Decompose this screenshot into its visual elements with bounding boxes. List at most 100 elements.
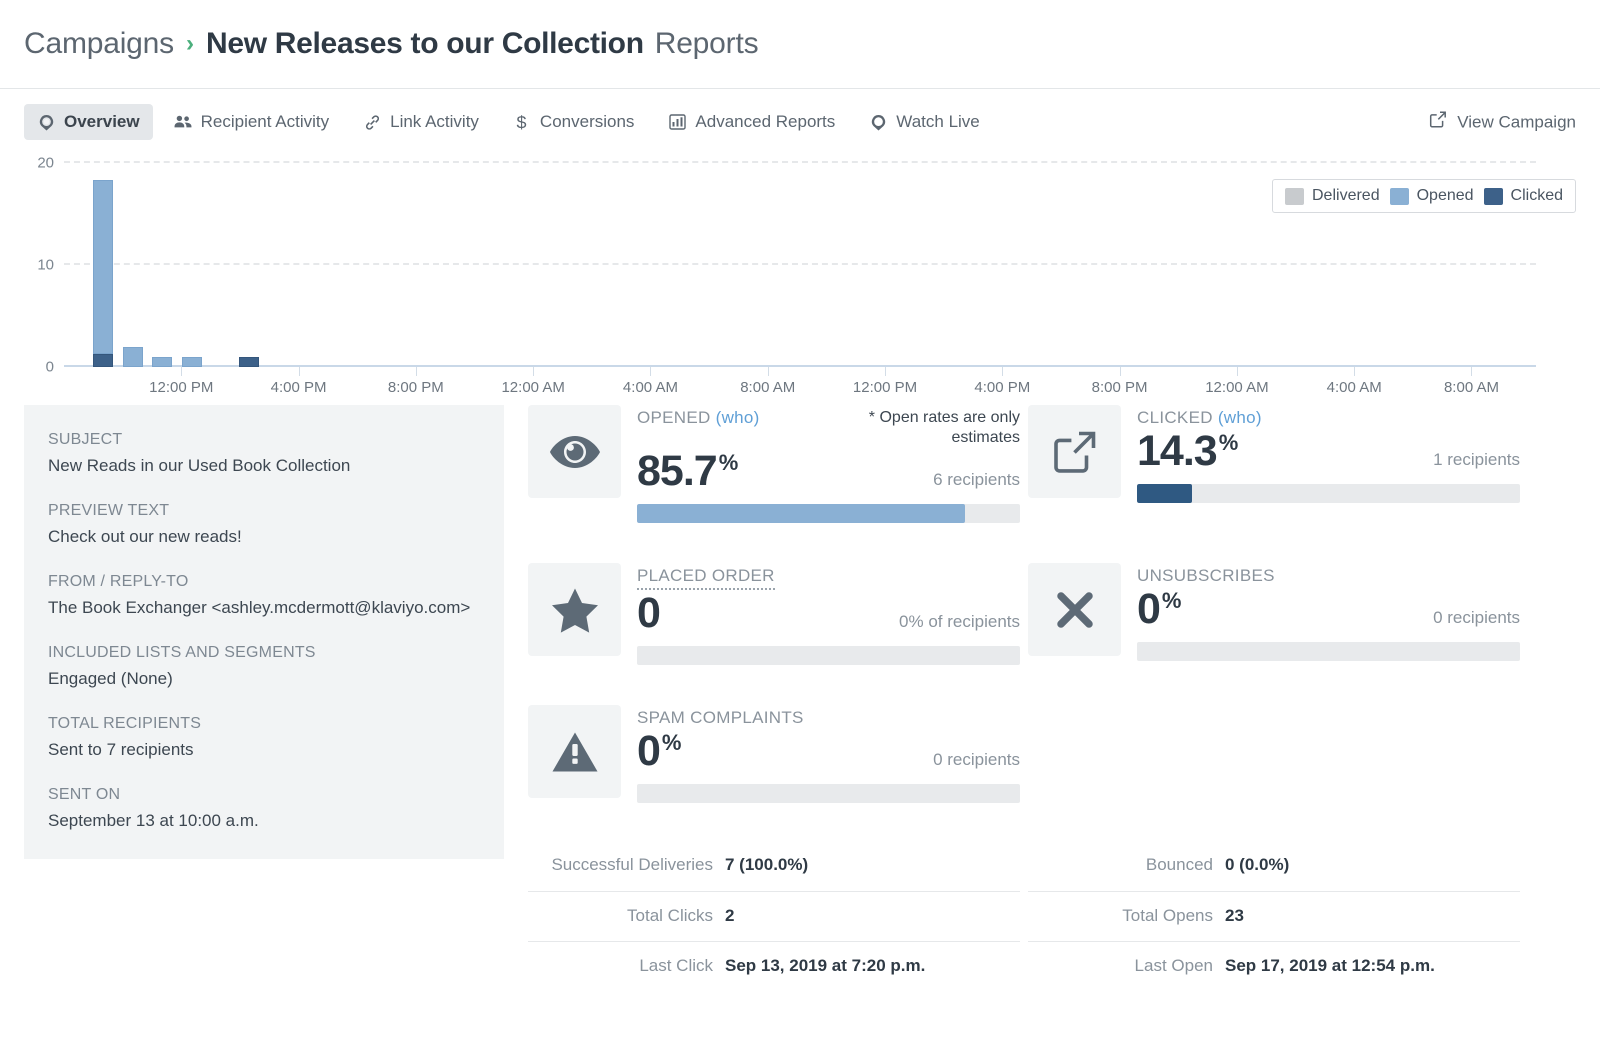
metric-progress-fill (1137, 484, 1192, 503)
external-link-icon (1429, 111, 1447, 134)
metric-body-unsubscribes: UNSUBSCRIBES 0% 0 recipients (1137, 563, 1520, 665)
chart-x-tick-label: 8:00 AM (740, 379, 795, 396)
metric-title-text: OPENED (637, 408, 711, 427)
chart-bar[interactable] (239, 357, 259, 367)
legend-item-opened[interactable]: Opened (1390, 187, 1474, 205)
metric-title-text: UNSUBSCRIBES (1137, 566, 1275, 585)
tab-recipient-activity[interactable]: Recipient Activity (161, 104, 343, 140)
chart-x-tick (768, 367, 769, 376)
metric-num-row: 0% 0 recipients (637, 730, 1020, 773)
tab-conversions-label: Conversions (540, 112, 635, 132)
stat-value: 7 (100.0%) (725, 855, 808, 875)
chart-legend: Delivered Opened Clicked (1272, 179, 1576, 213)
tab-conversions[interactable]: $ Conversions (500, 104, 648, 140)
stat-value: 23 (1225, 906, 1244, 926)
stat-row: Last Open Sep 17, 2019 at 12:54 p.m. (1028, 942, 1520, 992)
metric-title-clicked: CLICKED (who) (1137, 408, 1262, 428)
chart-bar-segment-opened (93, 180, 113, 353)
breadcrumb-chevron-icon: › (186, 30, 194, 58)
metric-card-clicked: CLICKED (who) 14.3% 1 recipients (1028, 405, 1520, 523)
chart-bar-segment-opened (123, 347, 143, 367)
info-value: Sent to 7 recipients (48, 740, 480, 760)
summary-stats: Successful Deliveries 7 (100.0%) Total C… (528, 841, 1576, 992)
metric-unit-spam-complaints: % (662, 730, 682, 755)
report-content: SUBJECT New Reads in our Used Book Colle… (0, 405, 1600, 992)
metric-sub-unsubscribes: 0 recipients (1433, 608, 1520, 631)
x-icon (1028, 563, 1121, 656)
chart-x-tick (299, 367, 300, 376)
chart-x-tick (885, 367, 886, 376)
bar-chart-icon (668, 113, 686, 131)
view-campaign-button[interactable]: View Campaign (1429, 111, 1576, 134)
metric-sub-spam-complaints: 0 recipients (933, 750, 1020, 773)
chart-gridline (64, 161, 1536, 163)
metric-value-group-clicked: 14.3% (1137, 430, 1238, 473)
tab-recipient-activity-label: Recipient Activity (201, 112, 330, 132)
metric-title-text: PLACED ORDER (637, 566, 775, 585)
metric-progress-unsubscribes (1137, 642, 1520, 661)
dollar-icon: $ (513, 113, 531, 131)
chart-x-tick (650, 367, 651, 376)
chart-bar-segment-clicked (93, 354, 113, 367)
chart-x-tick (416, 367, 417, 376)
metric-title-text: CLICKED (1137, 408, 1213, 427)
chart-bar[interactable] (123, 347, 143, 367)
chart-x-tick (1237, 367, 1238, 376)
legend-swatch-delivered (1285, 188, 1304, 205)
metric-title-placed-order[interactable]: PLACED ORDER (637, 566, 775, 590)
metric-title-opened: OPENED (who) (637, 408, 760, 428)
star-icon (528, 563, 621, 656)
metric-title-text: SPAM COMPLAINTS (637, 708, 804, 727)
metric-card-unsubscribes: UNSUBSCRIBES 0% 0 recipients (1028, 563, 1520, 665)
info-label: SENT ON (48, 786, 480, 804)
metric-num-row: 0% 0 recipients (1137, 588, 1520, 631)
external-link-icon (1028, 405, 1121, 498)
metric-head: CLICKED (who) (1137, 408, 1520, 428)
info-label: PREVIEW TEXT (48, 502, 480, 520)
chart-bar-segment-opened (152, 357, 172, 367)
chart-bar[interactable] (182, 357, 202, 367)
stat-label: Last Click (528, 954, 713, 979)
eye-icon (528, 405, 621, 498)
chart-bar[interactable] (93, 180, 113, 367)
chart-x-tick-label: 4:00 PM (271, 379, 327, 396)
metric-head: SPAM COMPLAINTS (637, 708, 1020, 728)
metric-progress-spam-complaints (637, 784, 1020, 803)
chart-x-tick (1471, 367, 1472, 376)
info-block-total-recipients: TOTAL RECIPIENTS Sent to 7 recipients (48, 715, 480, 760)
legend-item-delivered[interactable]: Delivered (1285, 187, 1380, 205)
stat-row: Bounced 0 (0.0%) (1028, 841, 1520, 892)
chart-x-tick (1354, 367, 1355, 376)
chart-x-tick-label: 12:00 AM (1205, 379, 1268, 396)
stat-label: Successful Deliveries (528, 853, 713, 878)
tab-link-activity[interactable]: Link Activity (350, 104, 492, 140)
metric-body-clicked: CLICKED (who) 14.3% 1 recipients (1137, 405, 1520, 523)
metric-unit-unsubscribes: % (1162, 588, 1182, 613)
tab-overview[interactable]: Overview (24, 104, 153, 140)
info-value: September 13 at 10:00 a.m. (48, 811, 480, 831)
info-block-preview-text: PREVIEW TEXT Check out our new reads! (48, 502, 480, 547)
chart-y-tick-label: 0 (46, 359, 54, 376)
legend-item-clicked[interactable]: Clicked (1484, 187, 1563, 205)
metric-card-opened: OPENED (who) * Open rates are only estim… (528, 405, 1020, 523)
breadcrumb-campaigns-link[interactable]: Campaigns (24, 27, 174, 61)
info-block-sent-on: SENT ON September 13 at 10:00 a.m. (48, 786, 480, 831)
chart-x-tick (533, 367, 534, 376)
tab-watch-live[interactable]: Watch Live (856, 104, 992, 140)
svg-text:$: $ (517, 113, 527, 132)
activity-chart: 0102012:00 PM4:00 PM8:00 PM12:00 AM4:00 … (24, 155, 1576, 405)
chart-bar[interactable] (152, 357, 172, 367)
stat-value: Sep 13, 2019 at 7:20 p.m. (725, 956, 925, 976)
chart-x-tick (1120, 367, 1121, 376)
metric-num-row: 0 0% of recipients (637, 592, 1020, 635)
metric-num-row: 14.3% 1 recipients (1137, 430, 1520, 473)
stat-row: Total Clicks 2 (528, 892, 1020, 943)
who-link-clicked[interactable]: (who) (1218, 408, 1262, 427)
who-link-opened[interactable]: (who) (716, 408, 760, 427)
chart-x-tick-label: 8:00 PM (1092, 379, 1148, 396)
metric-value-group-placed-order: 0 (637, 592, 662, 635)
metric-body-spam-complaints: SPAM COMPLAINTS 0% 0 recipients (637, 705, 1020, 803)
chart-x-tick-label: 8:00 PM (388, 379, 444, 396)
tab-advanced-reports[interactable]: Advanced Reports (655, 104, 848, 140)
metric-head: OPENED (who) * Open rates are only estim… (637, 408, 1020, 448)
